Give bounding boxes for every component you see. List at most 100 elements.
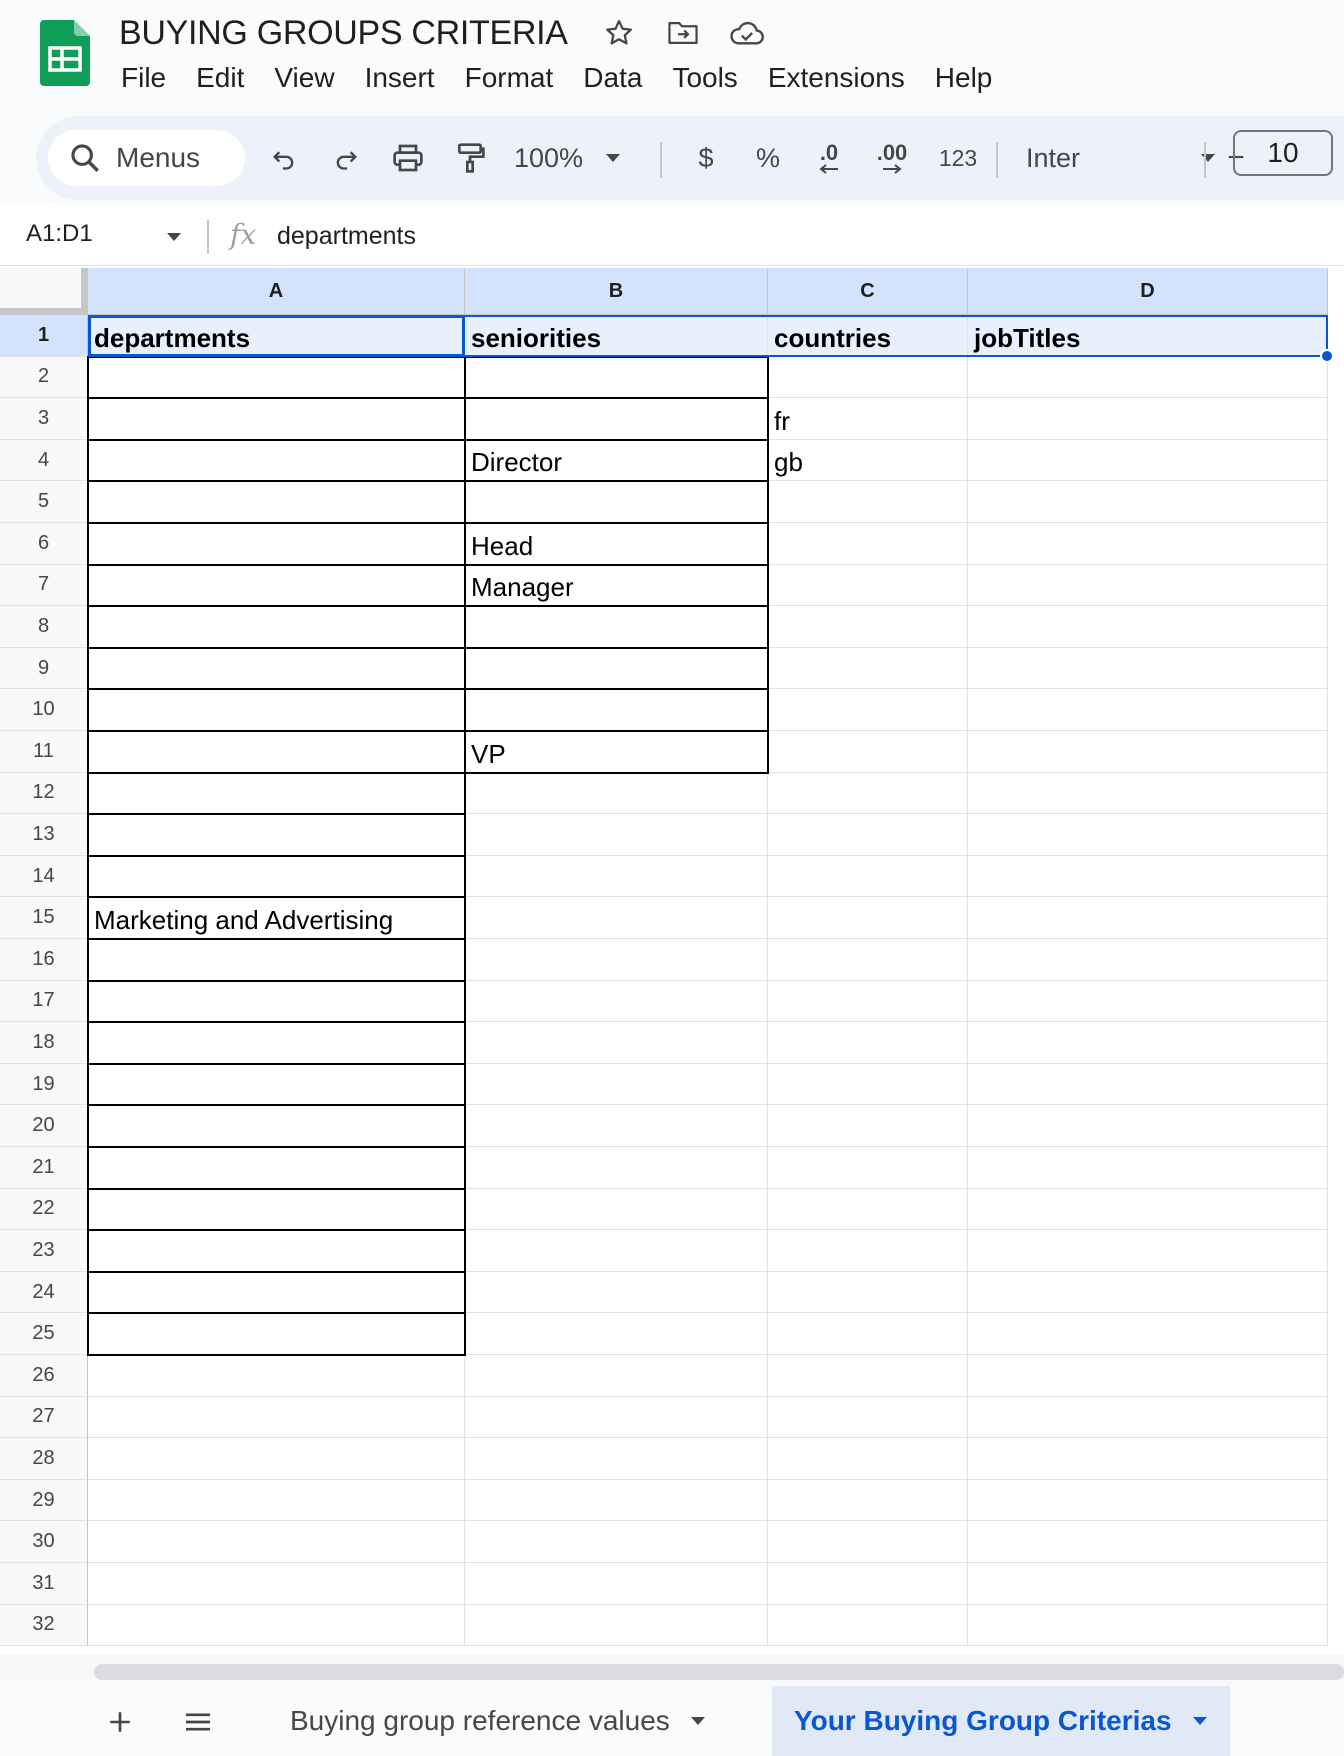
- formula-input[interactable]: departments: [277, 222, 416, 251]
- all-sheets-button[interactable]: [176, 1700, 220, 1744]
- zoom-select[interactable]: 100%: [514, 134, 624, 182]
- cell-a30[interactable]: [88, 1521, 465, 1563]
- document-title[interactable]: BUYING GROUPS CRITERIA: [119, 14, 568, 53]
- cell-d31[interactable]: [968, 1563, 1328, 1605]
- cell-c30[interactable]: [768, 1521, 968, 1563]
- cell-a23[interactable]: [88, 1230, 465, 1272]
- paint-format-icon[interactable]: [448, 134, 492, 182]
- cell-b14[interactable]: [465, 855, 768, 898]
- cell-c1[interactable]: countries: [768, 315, 968, 357]
- sheet-tab-reference-values[interactable]: Buying group reference values: [268, 1686, 728, 1756]
- cell-d32[interactable]: [968, 1604, 1328, 1647]
- cell-c14[interactable]: [768, 855, 968, 898]
- cell-a1[interactable]: departments: [88, 315, 465, 357]
- cell-c31[interactable]: [768, 1563, 968, 1605]
- cell-a19[interactable]: [88, 1063, 465, 1106]
- cell-c16[interactable]: [768, 939, 968, 981]
- search-menus-button[interactable]: Menus: [48, 130, 245, 186]
- cell-b28[interactable]: [465, 1438, 768, 1480]
- menu-edit[interactable]: Edit: [181, 58, 259, 98]
- cell-b12[interactable]: [465, 772, 768, 815]
- format-percent-button[interactable]: %: [746, 134, 790, 182]
- cell-b24[interactable]: [465, 1271, 768, 1314]
- cell-c12[interactable]: [768, 772, 968, 815]
- row-header-16[interactable]: 16: [0, 939, 88, 981]
- menu-extensions[interactable]: Extensions: [753, 58, 920, 98]
- cell-b31[interactable]: [465, 1563, 768, 1605]
- cell-a10[interactable]: [88, 689, 465, 731]
- cell-c22[interactable]: [768, 1188, 968, 1231]
- cell-c17[interactable]: [768, 980, 968, 1023]
- fill-handle[interactable]: [1320, 348, 1334, 363]
- row-header-22[interactable]: 22: [0, 1188, 88, 1231]
- row-header-7[interactable]: 7: [0, 564, 88, 607]
- row-header-13[interactable]: 13: [0, 814, 88, 856]
- cell-b29[interactable]: [465, 1479, 768, 1522]
- cell-d16[interactable]: [968, 939, 1328, 981]
- cell-c18[interactable]: [768, 1022, 968, 1064]
- cell-c28[interactable]: [768, 1438, 968, 1480]
- cell-d25[interactable]: [968, 1313, 1328, 1355]
- row-header-27[interactable]: 27: [0, 1396, 88, 1439]
- row-header-32[interactable]: 32: [0, 1604, 88, 1647]
- cell-a14[interactable]: [88, 855, 465, 898]
- cell-a8[interactable]: [88, 606, 465, 648]
- sheet-tab-buying-group-criterias[interactable]: Your Buying Group Criterias: [772, 1686, 1230, 1756]
- cell-b13[interactable]: [465, 814, 768, 856]
- row-header-19[interactable]: 19: [0, 1063, 88, 1106]
- name-box[interactable]: A1:D1: [26, 220, 93, 248]
- cell-d2[interactable]: [968, 356, 1328, 399]
- cell-d18[interactable]: [968, 1022, 1328, 1064]
- cell-c2[interactable]: [768, 356, 968, 399]
- column-header-b[interactable]: B: [465, 268, 768, 315]
- cell-d6[interactable]: [968, 523, 1328, 565]
- row-header-29[interactable]: 29: [0, 1479, 88, 1522]
- row-header-4[interactable]: 4: [0, 439, 88, 482]
- cell-a18[interactable]: [88, 1022, 465, 1064]
- cell-b30[interactable]: [465, 1521, 768, 1563]
- row-header-3[interactable]: 3: [0, 398, 88, 440]
- decrease-decimal-button[interactable]: .0: [804, 134, 854, 182]
- cell-c10[interactable]: [768, 689, 968, 731]
- cell-d1[interactable]: jobTitles: [968, 315, 1328, 357]
- cell-d21[interactable]: [968, 1147, 1328, 1189]
- row-header-10[interactable]: 10: [0, 689, 88, 731]
- cell-a5[interactable]: [88, 481, 465, 523]
- cell-a24[interactable]: [88, 1271, 465, 1314]
- cell-a7[interactable]: [88, 564, 465, 607]
- row-header-23[interactable]: 23: [0, 1230, 88, 1272]
- cell-b25[interactable]: [465, 1313, 768, 1355]
- cell-b1[interactable]: seniorities: [465, 315, 768, 357]
- row-header-6[interactable]: 6: [0, 523, 88, 565]
- cell-c26[interactable]: [768, 1355, 968, 1397]
- cell-d24[interactable]: [968, 1271, 1328, 1314]
- row-header-20[interactable]: 20: [0, 1105, 88, 1147]
- cell-b4[interactable]: Director: [465, 439, 768, 482]
- undo-icon[interactable]: [262, 134, 306, 182]
- cell-d8[interactable]: [968, 606, 1328, 648]
- cell-d17[interactable]: [968, 980, 1328, 1023]
- increase-decimal-button[interactable]: .00: [864, 134, 920, 182]
- cell-a2[interactable]: [88, 356, 465, 399]
- cell-a6[interactable]: [88, 523, 465, 565]
- cell-a9[interactable]: [88, 647, 465, 690]
- cell-d5[interactable]: [968, 481, 1328, 523]
- cell-b32[interactable]: [465, 1604, 768, 1647]
- add-sheet-button[interactable]: [98, 1700, 142, 1744]
- row-header-15[interactable]: 15: [0, 897, 88, 939]
- row-header-8[interactable]: 8: [0, 606, 88, 648]
- cell-b7[interactable]: Manager: [465, 564, 768, 607]
- cell-a31[interactable]: [88, 1563, 465, 1605]
- cell-b23[interactable]: [465, 1230, 768, 1272]
- cell-a3[interactable]: [88, 398, 465, 440]
- row-header-24[interactable]: 24: [0, 1271, 88, 1314]
- cell-c25[interactable]: [768, 1313, 968, 1355]
- cell-c7[interactable]: [768, 564, 968, 607]
- row-header-17[interactable]: 17: [0, 980, 88, 1023]
- cell-a12[interactable]: [88, 772, 465, 815]
- row-header-14[interactable]: 14: [0, 855, 88, 898]
- chevron-down-icon[interactable]: [166, 232, 182, 242]
- cell-d13[interactable]: [968, 814, 1328, 856]
- cell-c23[interactable]: [768, 1230, 968, 1272]
- row-header-2[interactable]: 2: [0, 356, 88, 399]
